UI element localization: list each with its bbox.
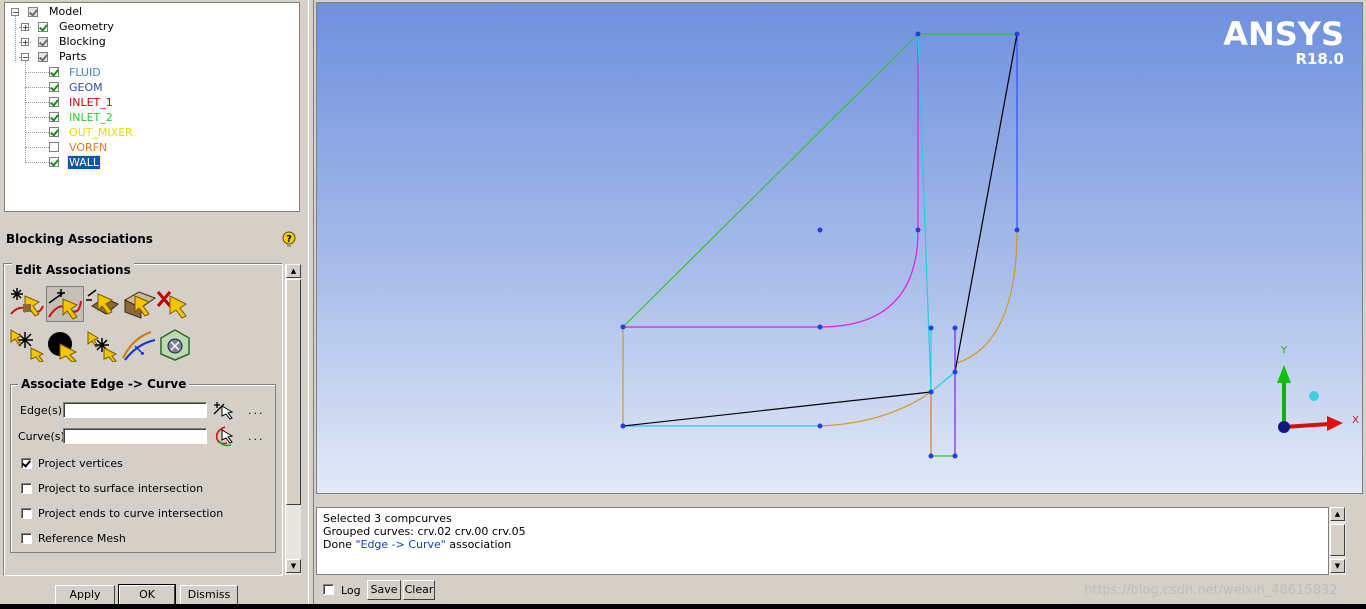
part-fluid[interactable]: FLUID: [68, 66, 102, 79]
project-ends-curve-intersection-checkbox[interactable]: [21, 508, 32, 519]
message-scroll-thumb[interactable]: [1330, 524, 1345, 556]
associate-face-icon[interactable]: [121, 286, 157, 320]
log-checkbox[interactable]: [323, 584, 334, 595]
part-wall-checkbox[interactable]: [49, 157, 59, 167]
axis-x-label: X: [1352, 415, 1359, 426]
message-scroll-down-button[interactable]: ▼: [1330, 559, 1345, 573]
tree-label: Geometry: [59, 20, 114, 33]
help-icon[interactable]: ?: [282, 231, 296, 248]
dismiss-button[interactable]: Dismiss: [180, 585, 238, 605]
select-curves-icon[interactable]: [213, 425, 235, 447]
associate-edge-curve-legend: Associate Edge -> Curve: [18, 377, 190, 391]
svg-text:?: ?: [286, 234, 292, 245]
reset-associations-icon[interactable]: [84, 328, 120, 362]
message-done-suffix: association: [445, 538, 512, 551]
watermark: https://blog.csdn.net/weixin_48615832: [1084, 583, 1338, 598]
graphics-viewport[interactable]: ANSYS R18.0 Y X: [316, 2, 1363, 494]
part-vorfn[interactable]: VORFN: [68, 141, 108, 154]
part-out-mixer-checkbox[interactable]: [49, 127, 59, 137]
project-surface-intersection-checkbox[interactable]: [21, 483, 32, 494]
message-done-quoted: "Edge -> Curve": [355, 538, 446, 551]
message-scroll-up-button[interactable]: ▲: [1330, 507, 1345, 521]
model-tree: − Model + Geometry + Blocking − Parts FL…: [4, 2, 300, 212]
tree-label: Parts: [59, 50, 87, 63]
message-line: Done "Edge -> Curve" association: [323, 538, 1322, 551]
panel-splitter[interactable]: [308, 0, 314, 609]
part-geom-checkbox[interactable]: [49, 82, 59, 92]
tree-item-blocking[interactable]: Blocking: [59, 35, 106, 49]
project-vertices-checkbox[interactable]: [21, 458, 32, 469]
update-associations-icon[interactable]: [46, 328, 82, 362]
blocking-visibility-checkbox[interactable]: [38, 37, 48, 47]
scroll-thumb[interactable]: [286, 279, 301, 505]
axis-y-label: Y: [1280, 345, 1288, 356]
parts-visibility-checkbox[interactable]: [38, 52, 48, 62]
tree-item-parts[interactable]: Parts: [59, 50, 86, 64]
part-fluid-checkbox[interactable]: [49, 67, 59, 77]
ok-button[interactable]: OK: [118, 584, 176, 606]
message-scrollbar[interactable]: ▲ ▼: [1329, 507, 1346, 575]
project-vertices-label: Project vertices: [38, 457, 123, 470]
tree-label: Blocking: [59, 35, 106, 48]
axis-triad: Y X: [1277, 345, 1359, 433]
part-geom[interactable]: GEOM: [68, 81, 104, 94]
model-visibility-checkbox[interactable]: [28, 7, 38, 17]
edges-input[interactable]: [63, 402, 207, 418]
reference-mesh-label: Reference Mesh: [38, 532, 126, 545]
message-line: Grouped curves: crv.02 crv.00 crv.05: [323, 525, 526, 538]
save-button[interactable]: Save: [367, 580, 401, 600]
edit-associations-legend: Edit Associations: [12, 263, 134, 277]
curves-more[interactable]: ...: [248, 430, 265, 443]
tree-label: Model: [49, 5, 83, 18]
expand-geometry-toggle[interactable]: +: [21, 23, 29, 32]
scroll-down-button[interactable]: ▼: [286, 559, 301, 573]
block-geometry-drawing: [620, 31, 1020, 459]
tree-item-model[interactable]: Model: [49, 5, 82, 19]
message-done-prefix: Done: [323, 538, 356, 551]
scroll-up-button[interactable]: ▲: [286, 264, 301, 278]
part-out-mixer[interactable]: OUT_MIXER: [68, 126, 134, 139]
message-line: Selected 3 compcurves: [323, 512, 452, 525]
part-inlet-2[interactable]: INLET_2: [68, 111, 114, 124]
curves-label: Curve(s): [18, 430, 65, 443]
tree-item-geometry[interactable]: Geometry: [59, 20, 114, 34]
collapse-parts-toggle[interactable]: −: [21, 53, 29, 62]
associate-edge-to-curve-icon[interactable]: [46, 286, 84, 322]
panel-title: Blocking Associations: [6, 232, 153, 246]
disassociate-icon[interactable]: [156, 286, 192, 320]
collapse-model-toggle[interactable]: −: [11, 8, 19, 17]
expand-blocking-toggle[interactable]: +: [21, 38, 29, 47]
reference-mesh-checkbox[interactable]: [21, 533, 32, 544]
select-edges-icon[interactable]: [212, 400, 234, 420]
part-inlet1-checkbox[interactable]: [49, 97, 59, 107]
message-log[interactable]: Selected 3 compcurves Grouped curves: cr…: [316, 507, 1329, 575]
bottom-edge: [0, 604, 1366, 609]
curves-input[interactable]: [63, 428, 207, 444]
part-inlet2-checkbox[interactable]: [49, 112, 59, 122]
associate-edge-to-surface-icon[interactable]: [84, 286, 120, 320]
group-curves-icon[interactable]: [121, 328, 157, 362]
auto-associate-icon[interactable]: [157, 328, 193, 362]
edges-more[interactable]: ...: [248, 404, 265, 417]
part-vorfn-checkbox[interactable]: [49, 142, 59, 152]
log-label: Log: [341, 584, 361, 597]
geometry-visibility-checkbox[interactable]: [38, 22, 48, 32]
apply-button[interactable]: Apply: [55, 585, 115, 605]
panel-scrollbar[interactable]: ▲ ▼: [285, 264, 301, 575]
part-inlet-1[interactable]: INLET_1: [68, 96, 114, 109]
associate-vertex-icon[interactable]: [9, 286, 45, 320]
clear-button[interactable]: Clear: [403, 580, 435, 600]
edges-label: Edge(s): [20, 404, 62, 417]
snap-vertices-icon[interactable]: [9, 328, 45, 362]
project-surface-intersection-label: Project to surface intersection: [38, 482, 204, 495]
part-wall[interactable]: WALL: [66, 155, 102, 170]
project-ends-curve-intersection-label: Project ends to curve intersection: [38, 507, 224, 520]
